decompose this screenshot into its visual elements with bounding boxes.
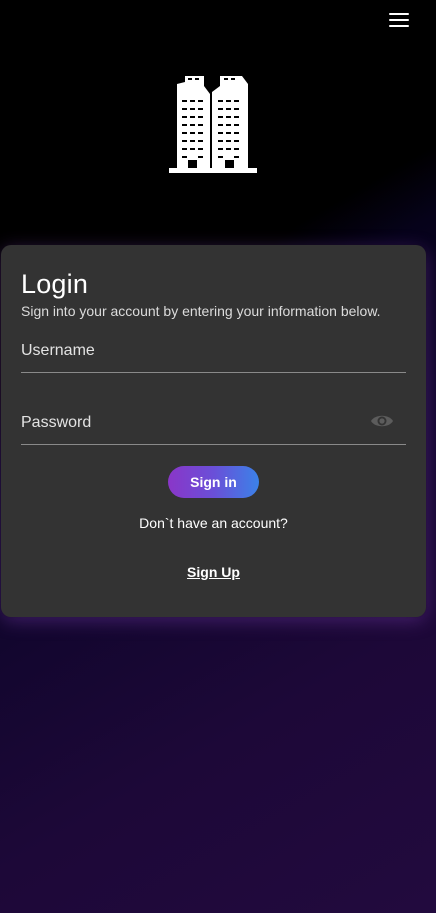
login-title: Login [21,269,89,299]
no-account-text: Don`t have an account? [139,515,288,531]
login-card: Login Sign into your account by entering… [1,245,426,617]
office-buildings-icon [169,76,257,173]
sign-up-container: Sign Up [1,564,426,582]
login-subtitle: Sign into your account by entering your … [21,303,381,319]
hamburger-menu-icon[interactable] [388,11,410,29]
password-input[interactable] [21,409,406,444]
password-field [21,409,406,445]
eye-icon[interactable] [370,411,394,431]
sign-up-link[interactable]: Sign Up [187,564,240,580]
sign-in-button[interactable]: Sign in [168,466,259,498]
username-input[interactable] [21,337,406,372]
username-field [21,337,406,373]
